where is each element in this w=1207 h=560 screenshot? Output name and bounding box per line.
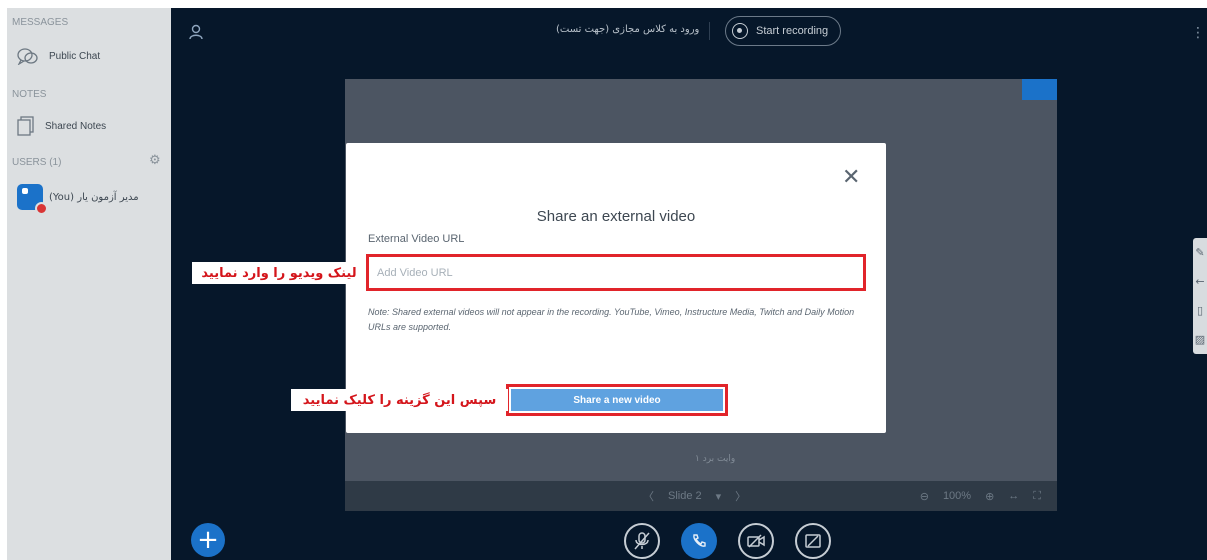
- minimize-presentation-button[interactable]: [1022, 79, 1057, 100]
- whiteboard-label: وایت برد ۱: [695, 454, 736, 464]
- share-screen-button[interactable]: [795, 523, 831, 559]
- share-button-highlight: Share a new video: [506, 384, 728, 416]
- public-chat-label: Public Chat: [49, 50, 101, 62]
- video-url-input[interactable]: [366, 254, 866, 291]
- zoom-out-icon[interactable]: ⊖: [920, 490, 929, 503]
- record-icon: [732, 23, 748, 39]
- leave-audio-button[interactable]: [681, 523, 717, 559]
- avatar-badge: [22, 188, 28, 194]
- title-divider: [709, 22, 710, 40]
- user-name: مدیر آزمون یار (You): [49, 191, 139, 203]
- fit-width-icon[interactable]: ↔: [1008, 490, 1019, 502]
- fullscreen-icon[interactable]: ⛶: [1033, 490, 1041, 503]
- record-label: Start recording: [756, 25, 829, 37]
- avatar: [17, 184, 48, 215]
- camera-off-icon: [747, 534, 765, 548]
- zoom-level: 100%: [942, 490, 972, 502]
- trash-icon[interactable]: ▯: [1197, 304, 1203, 317]
- share-webcam-button[interactable]: [738, 523, 774, 559]
- mic-off-icon: [634, 532, 650, 550]
- users-section-title: USERS (1): [12, 157, 62, 168]
- slide-navigation: 〈 Slide 2 ▾ 〉: [643, 488, 746, 504]
- more-options-icon[interactable]: ⋮: [1191, 26, 1205, 40]
- multi-user-icon[interactable]: ▨: [1195, 333, 1205, 346]
- user-icon[interactable]: [189, 24, 203, 44]
- modal-note: Note: Shared external videos will not ap…: [368, 307, 855, 332]
- zoom-in-icon[interactable]: ⊕: [985, 490, 994, 503]
- gear-icon[interactable]: ⚙: [149, 154, 161, 167]
- sidebar: MESSAGES Public Chat NOTES Shared Notes …: [7, 8, 171, 560]
- next-slide-icon[interactable]: 〉: [735, 488, 746, 504]
- enter-link-annotation: لینک ویدیو را وارد نمایید: [192, 262, 366, 284]
- slide-selector[interactable]: Slide 2: [668, 490, 702, 502]
- presentation-toolbar: 〈 Slide 2 ▾ 〉 ⊖ 100% ⊕ ↔ ⛶: [345, 481, 1057, 511]
- muted-status-icon: [35, 202, 48, 215]
- prev-slide-icon[interactable]: 〈: [643, 488, 654, 504]
- notes-section-title: NOTES: [12, 89, 47, 100]
- screen-share-off-icon: [805, 534, 821, 548]
- whiteboard-tools: ✎ ← ▯ ▨: [1193, 238, 1207, 354]
- notes-icon: [17, 116, 35, 136]
- shared-notes-item[interactable]: Shared Notes: [17, 116, 106, 136]
- modal-title: Share an external video: [536, 208, 696, 225]
- plus-icon[interactable]: +: [191, 523, 225, 557]
- undo-icon[interactable]: ←: [1195, 275, 1204, 288]
- chat-icon: [17, 47, 39, 65]
- share-new-video-button[interactable]: Share a new video: [511, 389, 723, 411]
- zoom-controls: ⊖ 100% ⊕ ↔ ⛶: [920, 490, 1041, 503]
- public-chat-item[interactable]: Public Chat: [17, 47, 100, 65]
- video-url-label: External Video URL: [368, 233, 465, 245]
- pen-tool-icon[interactable]: ✎: [1195, 246, 1204, 259]
- shared-notes-label: Shared Notes: [45, 120, 107, 132]
- chevron-down-icon[interactable]: ▾: [716, 490, 722, 503]
- click-option-annotation: سپس این گزینه را کلیک نمایید: [291, 389, 508, 411]
- meeting-title: ورود به کلاس مجازی (جهت تست): [556, 24, 700, 35]
- user-list-item[interactable]: مدیر آزمون یار (You): [17, 184, 139, 215]
- mute-button[interactable]: [624, 523, 660, 559]
- messages-section-title: MESSAGES: [12, 17, 69, 28]
- start-recording-button[interactable]: Start recording: [725, 16, 842, 46]
- close-icon[interactable]: ✕: [842, 167, 860, 189]
- phone-icon: [693, 534, 706, 547]
